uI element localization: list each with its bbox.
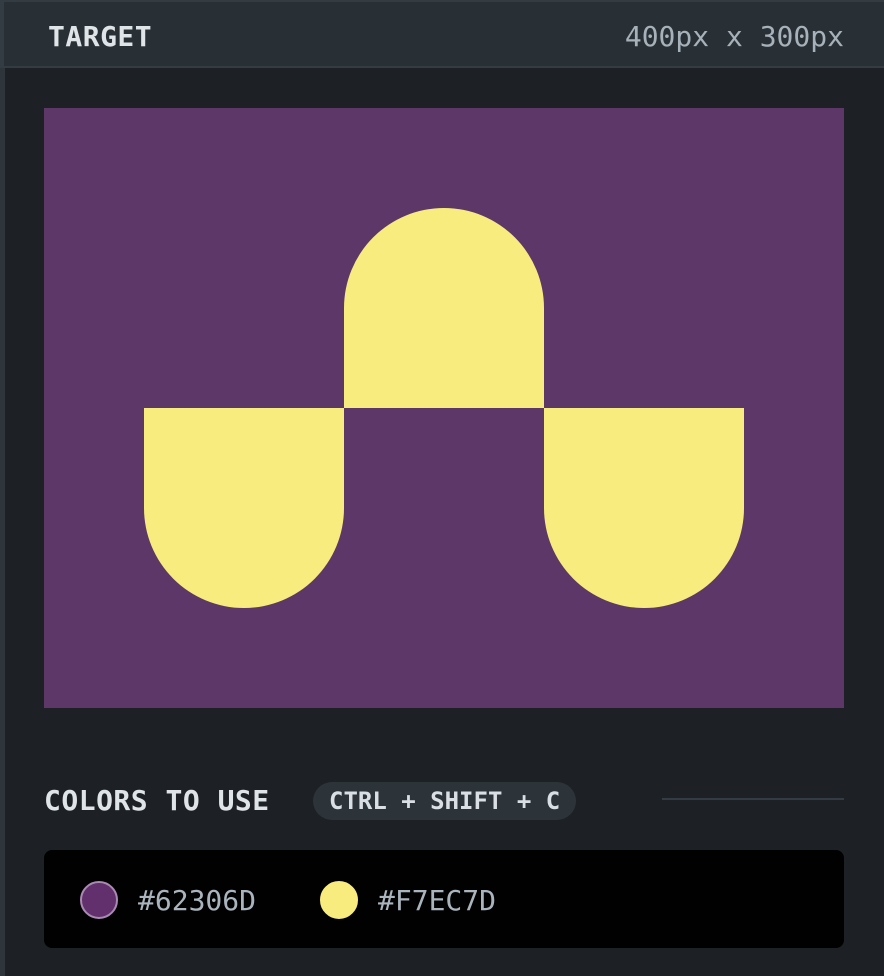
left-half-circle-shape	[144, 408, 344, 608]
copy-colors-shortcut-badge: CTRL + SHIFT + C	[313, 782, 577, 820]
panel-left-border	[0, 68, 5, 976]
colors-to-use-heading: COLORS TO USE	[44, 784, 270, 817]
center-arch-shape	[344, 208, 544, 408]
panel-title: TARGET	[48, 20, 153, 53]
target-dimensions: 400px x 300px	[624, 20, 844, 53]
panel-header: TARGET 400px x 300px	[0, 0, 884, 68]
section-divider	[662, 798, 844, 800]
color-dot-yellow	[320, 881, 358, 919]
target-image	[44, 108, 844, 708]
color-swatch-yellow[interactable]: #F7EC7D	[320, 881, 496, 919]
color-dot-purple	[80, 881, 118, 919]
color-hex-yellow[interactable]: #F7EC7D	[378, 884, 496, 917]
right-half-circle-shape	[544, 408, 744, 608]
color-swatch-list: #62306D #F7EC7D	[44, 850, 844, 948]
color-hex-purple[interactable]: #62306D	[138, 884, 256, 917]
target-panel: TARGET 400px x 300px COLORS TO USE CTRL …	[0, 0, 884, 976]
color-swatch-purple[interactable]: #62306D	[80, 881, 256, 919]
